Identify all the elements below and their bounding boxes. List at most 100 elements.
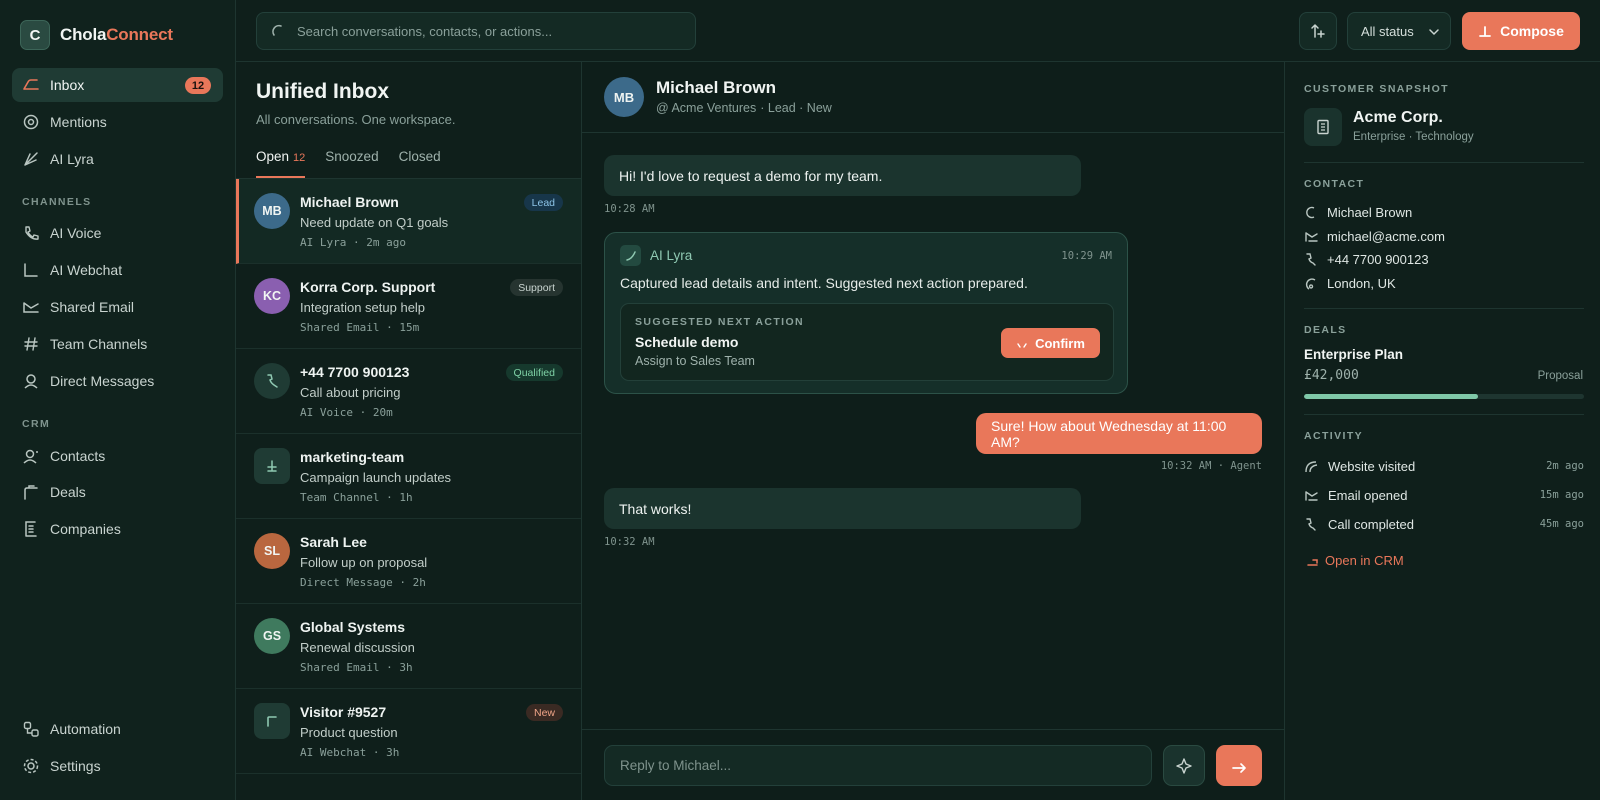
plus-icon [1478,24,1492,38]
contacts-icon [22,447,40,465]
avatar [254,363,290,399]
conversation-item[interactable]: GS Global Systems Renewal discussion Sha… [236,604,581,689]
hash-icon [22,335,40,353]
conversation-preview: Product question [300,725,398,740]
compose-button[interactable]: Compose [1462,12,1580,50]
conversation-preview: Need update on Q1 goals [300,215,449,230]
sidebar-item-label: Direct Messages [50,373,155,389]
message-timestamp: 10:32 AM [604,536,655,548]
tab-closed[interactable]: Closed [399,142,441,178]
conversation-preview: Call about pricing [300,385,401,400]
sidebar-item-label: Contacts [50,448,106,464]
chat-icon [22,261,40,279]
inbox-tabs: Open 12 Snoozed Closed [256,142,441,178]
deal-progress-fill [1304,394,1478,399]
sidebar-item-companies[interactable]: Companies [12,512,223,546]
chat-icon [264,713,280,729]
conversation-meta: AI Voice · 20m [300,406,393,419]
activity-item: Email opened 15m ago [1304,485,1584,505]
sidebar-item-ai-voice[interactable]: AI Voice [12,216,223,250]
sidebar-item-label: Inbox [50,77,85,93]
sidebar-item-label: AI Webchat [50,262,123,278]
activity-item: Call completed 45m ago [1304,514,1584,534]
contact-phone[interactable]: +44 7700 900123 [1304,249,1429,269]
deal-progress-bar [1304,394,1584,399]
sidebar-item-automation[interactable]: Automation [12,712,223,746]
tab-open[interactable]: Open 12 [256,142,306,178]
sidebar-item-ai-lyra[interactable]: AI Lyra [12,142,223,176]
phone-icon [1304,517,1319,532]
contact-heading: CONTACT [1304,178,1365,190]
globe-icon [1304,459,1319,474]
at-sign-icon [22,113,40,131]
composer: Reply to Michael... [582,729,1284,800]
compose-label: Compose [1500,23,1564,39]
sidebar-item-deals[interactable]: Deals [12,475,223,509]
sidebar-item-label: AI Lyra [50,151,94,167]
mail-icon [22,298,40,316]
activity-heading: ACTIVITY [1304,430,1364,442]
divider [1304,414,1584,415]
sidebar-item-label: AI Voice [50,225,102,241]
conversation-item[interactable]: marketing-team Campaign launch updates T… [236,434,581,519]
divider [1304,308,1584,309]
conversation-meta: Direct Message · 2h [300,576,426,589]
status-badge: Lead [523,194,563,211]
sidebar-item-inbox[interactable]: Inbox 12 [12,68,223,102]
conversation-preview: Follow up on proposal [300,555,428,570]
send-button[interactable] [1216,745,1262,786]
confirm-button[interactable]: Confirm [1001,328,1100,358]
mail-icon [1304,229,1319,244]
sidebar-item-team-channels[interactable]: Team Channels [12,327,223,361]
open-count: 12 [293,152,306,164]
conversation-preview: Integration setup help [300,300,426,315]
avatar: KC [254,278,290,314]
sidebar-item-ai-webchat[interactable]: AI Webchat [12,253,223,287]
avatar: MB [254,193,290,229]
sidebar-item-label: Deals [50,484,86,500]
deal-name[interactable]: Enterprise Plan [1304,347,1403,362]
activity-time: 45m ago [1539,518,1584,530]
search-input[interactable]: Search conversations, contacts, or actio… [256,12,696,50]
conversation-item[interactable]: SL Sarah Lee Follow up on proposal Direc… [236,519,581,604]
conversation-item[interactable]: KC Korra Corp. Support Integration setup… [236,264,581,349]
deal-stage: Proposal [1537,370,1583,382]
ai-lyra-name: AI Lyra [650,248,693,263]
contact-email[interactable]: michael@acme.com [1304,226,1445,246]
status-filter-select[interactable]: All status [1347,12,1451,50]
ai-assist-button[interactable] [1163,745,1205,786]
sidebar-item-direct-messages[interactable]: Direct Messages [12,364,223,398]
message-timestamp: 10:28 AM [604,203,655,215]
sidebar-item-contacts[interactable]: Contacts [12,439,223,473]
building-icon [22,520,40,538]
sort-filter-button[interactable] [1299,12,1337,50]
top-bar: Search conversations, contacts, or actio… [236,0,1600,62]
conversation-name: Visitor #9527 [300,704,387,720]
conversation-meta: AI Webchat · 3h [300,746,400,759]
conversation-item[interactable]: +44 7700 900123 Call about pricing AI Vo… [236,349,581,434]
sparkle-icon [1175,757,1193,775]
activity-time: 2m ago [1546,460,1584,472]
open-in-crm-link[interactable]: Open in CRM [1306,553,1404,568]
brand[interactable]: C CholaConnect [20,20,173,50]
contact-location: London, UK [1304,273,1396,293]
user-icon [22,372,40,390]
status-badge: New [525,704,563,721]
sidebar-item-settings[interactable]: Settings [12,749,223,783]
company-name[interactable]: Acme Corp. [1353,109,1443,127]
conversation-item[interactable]: Visitor #9527 Product question AI Webcha… [236,689,581,774]
chat-contact-name[interactable]: Michael Brown [656,78,776,98]
crm-heading: CRM [22,418,51,430]
conversation-name: +44 7700 900123 [300,364,410,380]
mail-icon [1304,488,1319,503]
sidebar-item-label: Automation [50,721,121,737]
conversation-item[interactable]: MB Michael Brown Need update on Q1 goals… [236,179,581,264]
reply-input[interactable]: Reply to Michael... [604,745,1152,786]
search-placeholder: Search conversations, contacts, or actio… [297,23,553,39]
suggested-action-subtitle: Assign to Sales Team [635,354,755,368]
sidebar-item-mentions[interactable]: Mentions [12,105,223,139]
sidebar-item-label: Shared Email [50,299,135,315]
tab-snoozed[interactable]: Snoozed [325,142,378,178]
sidebar-item-shared-email[interactable]: Shared Email [12,290,223,324]
channels-heading: CHANNELS [22,196,92,208]
